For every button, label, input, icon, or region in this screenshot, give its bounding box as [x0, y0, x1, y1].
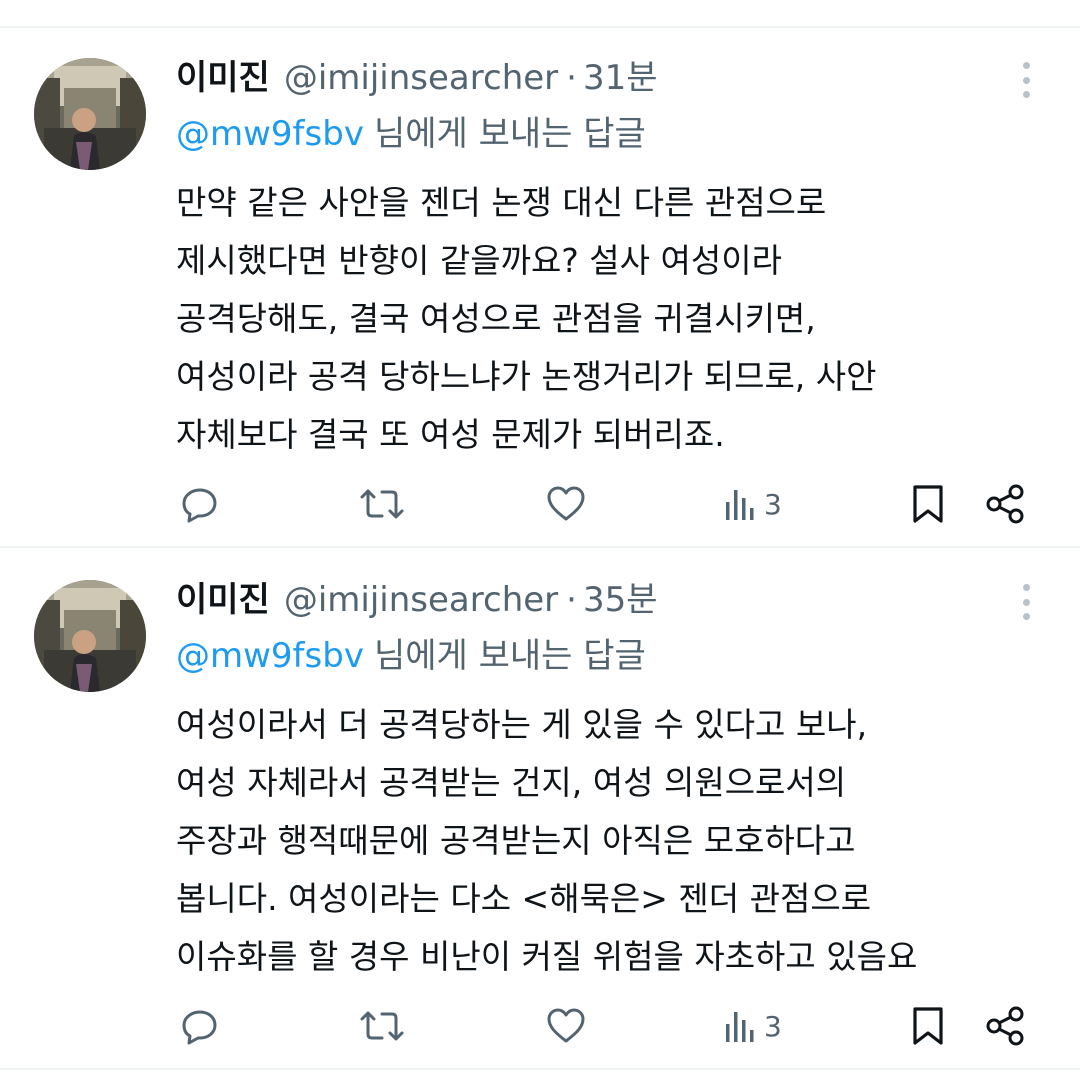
timestamp[interactable]: 35분 — [583, 572, 658, 628]
author-name[interactable]: 이미진 — [176, 572, 270, 628]
avatar[interactable] — [34, 58, 146, 170]
tweet-text-line: 여성이라서 더 공격당하는 게 있을 수 있다고 보나, — [176, 705, 868, 744]
views-button[interactable]: 3 — [724, 476, 782, 532]
bottom-divider — [0, 1068, 1080, 1070]
share-icon — [986, 484, 1024, 524]
reply-suffix: 님에게 보내는 답글 — [373, 636, 646, 676]
more-icon[interactable] — [1020, 62, 1032, 98]
retweet-button[interactable] — [358, 476, 406, 532]
author-handle[interactable]: @imijinsearcher — [284, 572, 558, 628]
retweet-icon — [360, 1011, 404, 1041]
retweet-icon — [360, 489, 404, 519]
separator: · — [566, 580, 577, 620]
reply-handle-link[interactable]: @mw9fsbv — [176, 636, 364, 676]
author-name[interactable]: 이미진 — [176, 50, 270, 106]
reply-handle-link[interactable]: @mw9fsbv — [176, 114, 364, 154]
tweet-header: 이미진 @imijinsearcher · 31분 — [176, 50, 996, 106]
reply-suffix: 님에게 보내는 답글 — [373, 114, 646, 154]
timestamp[interactable]: 31분 — [583, 50, 658, 106]
tweet-text: 여성이라서 더 공격당하는 게 있을 수 있다고 보나, 여성 자체라서 공격받… — [176, 696, 1036, 986]
views-icon — [726, 1012, 754, 1042]
share-button[interactable] — [984, 476, 1026, 532]
like-icon — [547, 1008, 585, 1043]
views-count: 3 — [764, 487, 782, 521]
views-button[interactable]: 3 — [724, 998, 782, 1054]
tweet[interactable]: 이미진 @imijinsearcher · 35분 @mw9fsbv 님에게 보내… — [0, 550, 1080, 1070]
more-icon[interactable] — [1020, 584, 1032, 620]
separator: · — [566, 58, 577, 98]
bookmark-icon — [913, 1007, 943, 1045]
bookmark-button[interactable] — [910, 998, 946, 1054]
share-icon — [986, 1006, 1024, 1046]
avatar[interactable] — [34, 580, 146, 692]
tweet-header: 이미진 @imijinsearcher · 35분 — [176, 572, 996, 628]
like-button[interactable] — [546, 476, 586, 532]
views-icon — [726, 490, 754, 520]
reply-icon — [182, 1010, 217, 1045]
tweet-text-line: 주장과 행적때문에 공격받는지 아직은 모호하다고 — [176, 821, 856, 860]
tweet-text-line: 봅니다. 여성이라는 다소 <해묵은> 젠더 관점으로 — [176, 879, 872, 918]
reply-button[interactable] — [180, 998, 220, 1054]
reply-icon — [182, 488, 217, 523]
retweet-button[interactable] — [358, 998, 406, 1054]
views-count: 3 — [764, 1009, 782, 1043]
reply-context: @mw9fsbv 님에게 보내는 답글 — [176, 628, 646, 684]
tweet-text-line: 이슈화를 할 경우 비난이 커질 위험을 자초하고 있음요 — [176, 937, 918, 976]
tweet-text-line: 자체보다 결국 또 여성 문제가 되버리죠. — [176, 415, 725, 454]
reply-button[interactable] — [180, 476, 220, 532]
tweet-text-line: 여성이라 공격 당하느냐가 논쟁거리가 되므로, 사안 — [176, 357, 877, 396]
action-bar: 3 — [0, 998, 1080, 1054]
author-handle[interactable]: @imijinsearcher — [284, 50, 558, 106]
tweet-text-line: 만약 같은 사안을 젠더 논쟁 대신 다른 관점으로 — [176, 183, 827, 222]
tweet-text: 만약 같은 사안을 젠더 논쟁 대신 다른 관점으로 제시했다면 반향이 같을까… — [176, 174, 1036, 464]
bookmark-icon — [913, 485, 943, 523]
like-icon — [547, 486, 585, 521]
tweet-text-line: 제시했다면 반향이 같을까요? 설사 여성이라 — [176, 241, 782, 280]
like-button[interactable] — [546, 998, 586, 1054]
share-button[interactable] — [984, 998, 1026, 1054]
bookmark-button[interactable] — [910, 476, 946, 532]
reply-context: @mw9fsbv 님에게 보내는 답글 — [176, 106, 646, 162]
tweet-text-line: 공격당해도, 결국 여성으로 관점을 귀결시키면, — [176, 299, 816, 338]
action-bar: 3 — [0, 476, 1080, 532]
tweet-divider — [0, 546, 1080, 548]
tweet[interactable]: 이미진 @imijinsearcher · 31분 @mw9fsbv 님에게 보내… — [0, 28, 1080, 548]
tweet-text-line: 여성 자체라서 공격받는 건지, 여성 의원으로서의 — [176, 763, 847, 802]
